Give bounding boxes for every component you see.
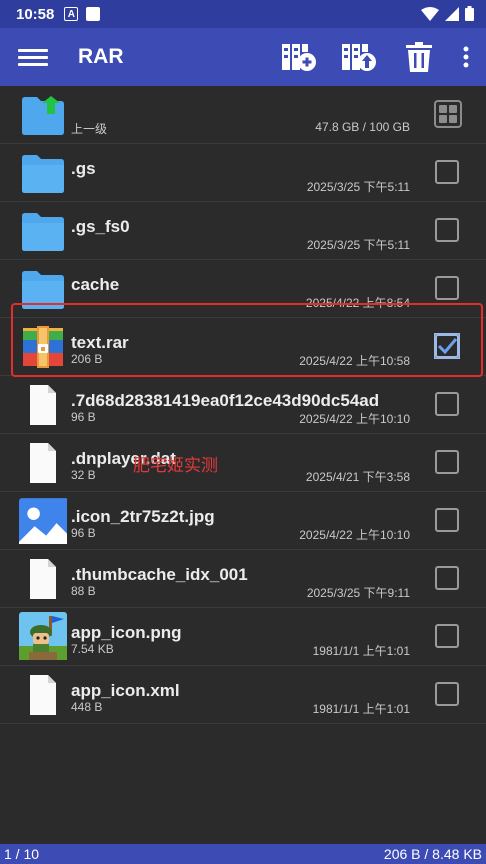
storage-usage: 47.8 GB / 100 GB (315, 120, 410, 134)
folder-icon (22, 213, 64, 251)
parent-folder-label: 上一级 (71, 122, 108, 136)
signal-icon (445, 6, 459, 21)
file-list: 上一级 47.8 GB / 100 GB .gs 2025/3/25 下午5:1… (0, 86, 486, 724)
list-item[interactable]: .thumbcache_idx_001 88 B 2025/3/25 下午9:1… (0, 550, 486, 608)
file-name: .gs (71, 159, 96, 178)
file-name: text.rar (71, 333, 129, 352)
selection-size: 206 B / 8.48 KB (383, 846, 482, 862)
image-icon (19, 498, 67, 544)
select-checkbox[interactable] (435, 218, 459, 242)
file-name: .thumbcache_idx_001 (71, 565, 248, 584)
select-checkbox[interactable] (435, 450, 459, 474)
file-size: 448 B (71, 700, 103, 714)
select-checkbox[interactable] (435, 276, 459, 300)
file-size: 96 B (71, 410, 96, 424)
select-checkbox[interactable] (435, 160, 459, 184)
list-item[interactable]: .gs 2025/3/25 下午5:11 (0, 144, 486, 202)
rar-archive-icon (23, 326, 63, 368)
file-date: 2025/3/25 下午5:11 (306, 180, 410, 194)
notification-a-icon: A (64, 7, 79, 21)
folder-icon (22, 271, 64, 309)
file-name: .icon_2tr75z2t.jpg (71, 507, 215, 526)
list-item[interactable]: .dnplayer.dat 32 B 2025/4/21 下午3:58 (0, 434, 486, 492)
list-item[interactable]: .gs_fs0 2025/3/25 下午5:11 (0, 202, 486, 260)
more-vert-icon (463, 46, 469, 68)
file-size: 7.54 KB (71, 642, 114, 656)
delete-icon (406, 42, 432, 72)
status-bar: 10:58 A (0, 0, 486, 28)
wifi-icon (421, 6, 439, 21)
select-checkbox[interactable] (435, 682, 459, 706)
file-icon (30, 385, 56, 425)
file-name: .gs_fs0 (71, 217, 130, 236)
file-size: 32 B (71, 468, 96, 482)
file-icon (30, 559, 56, 599)
extract-button[interactable] (340, 38, 378, 76)
list-item[interactable]: app_icon.xml 448 B 1981/1/1 上午1:01 (0, 666, 486, 724)
list-item[interactable]: .7d68d28381419ea0f12ce43d90dc54ad 96 B 2… (0, 376, 486, 434)
file-date: 2025/4/22 上午8:54 (305, 296, 410, 310)
extract-icon (342, 44, 376, 71)
file-name: app_icon.png (71, 623, 182, 642)
file-date: 1981/1/1 上午1:01 (312, 644, 410, 658)
notification-square-icon (86, 7, 101, 21)
parent-folder-row[interactable]: 上一级 47.8 GB / 100 GB (0, 86, 486, 144)
select-checkbox[interactable] (435, 624, 459, 648)
file-size: 88 B (71, 584, 96, 598)
grid-view-button[interactable] (434, 100, 462, 128)
file-icon (30, 675, 56, 715)
select-checkbox[interactable] (435, 392, 459, 416)
app-bar: RAR (0, 28, 486, 86)
list-item[interactable]: text.rar 206 B 2025/4/22 上午10:58 (0, 318, 486, 376)
file-date: 2025/4/22 上午10:10 (299, 528, 410, 542)
check-icon (434, 333, 460, 359)
file-date: 2025/4/21 下午3:58 (305, 470, 410, 484)
folder-icon (22, 155, 64, 193)
file-date: 2025/4/22 上午10:10 (299, 412, 410, 426)
selection-count: 1 / 10 (4, 846, 40, 862)
file-date: 1981/1/1 上午1:01 (312, 702, 410, 716)
parent-folder-icon (22, 96, 64, 135)
app-icon-thumbnail (19, 612, 67, 660)
list-item[interactable]: app_icon.png 7.54 KB 1981/1/1 上午1:01 (0, 608, 486, 666)
delete-button[interactable] (400, 38, 438, 76)
add-to-archive-icon (282, 44, 316, 71)
battery-icon (465, 6, 474, 21)
file-name: .7d68d28381419ea0f12ce43d90dc54ad (71, 391, 380, 410)
list-item[interactable]: .icon_2tr75z2t.jpg 96 B 2025/4/22 上午10:1… (0, 492, 486, 550)
file-date: 2025/4/22 上午10:58 (299, 354, 410, 368)
file-name: app_icon.xml (71, 681, 180, 700)
file-size: 96 B (71, 526, 96, 540)
select-checkbox-checked[interactable] (434, 333, 460, 359)
more-options-button[interactable] (456, 38, 476, 76)
file-size: 206 B (71, 352, 103, 366)
status-footer: 1 / 10 206 B / 8.48 KB (0, 844, 486, 864)
watermark-text: 肥宅姬实测 (133, 456, 218, 475)
file-name: cache (71, 275, 120, 294)
file-icon (30, 443, 56, 483)
add-to-archive-button[interactable] (280, 38, 318, 76)
file-date: 2025/3/25 下午5:11 (306, 238, 410, 252)
file-date: 2025/3/25 下午9:11 (306, 586, 410, 600)
status-time: 10:58 (16, 5, 55, 23)
select-checkbox[interactable] (435, 508, 459, 532)
page-title: RAR (78, 45, 124, 68)
list-item[interactable]: cache 2025/4/22 上午8:54 (0, 260, 486, 318)
select-checkbox[interactable] (435, 566, 459, 590)
menu-icon[interactable] (18, 45, 48, 70)
